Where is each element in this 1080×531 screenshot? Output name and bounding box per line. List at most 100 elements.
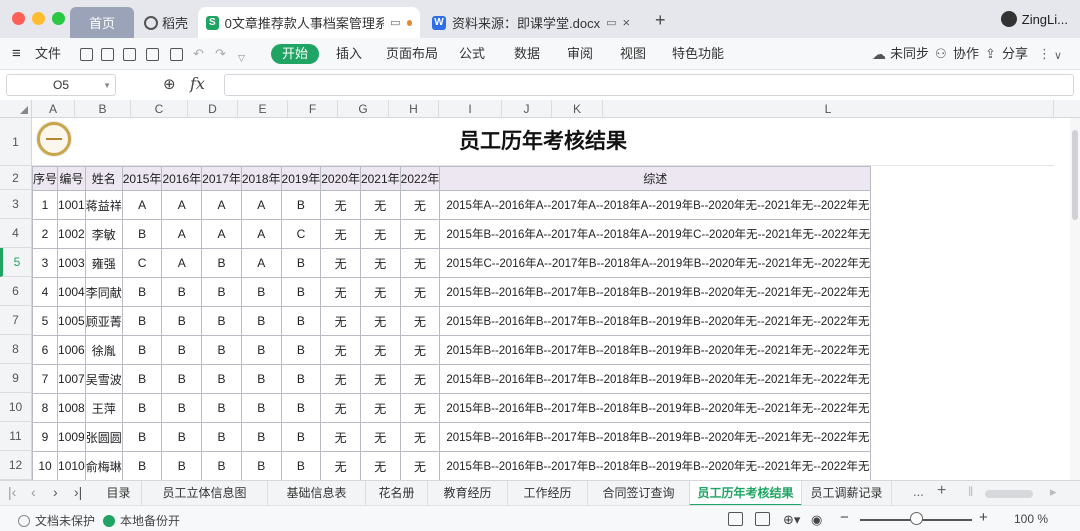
table-cell[interactable]: B bbox=[161, 422, 203, 452]
table-cell[interactable]: 无 bbox=[320, 393, 361, 423]
table-cell[interactable]: 无 bbox=[320, 451, 361, 480]
table-cell[interactable]: C bbox=[121, 248, 163, 278]
open-folder-icon[interactable] bbox=[80, 48, 93, 61]
cloud-sync-icon[interactable]: ☁ bbox=[872, 44, 886, 64]
table-cell[interactable]: A bbox=[201, 219, 242, 249]
table-cell[interactable]: B bbox=[121, 219, 163, 249]
close-tab-icon[interactable]: × bbox=[622, 15, 630, 30]
tab-home[interactable]: 首页 bbox=[70, 7, 134, 38]
menu-start[interactable]: 开始 bbox=[271, 44, 320, 64]
sync-status[interactable]: 未同步 bbox=[890, 44, 929, 64]
minimize-window-button[interactable] bbox=[32, 12, 45, 25]
document-protection[interactable]: 文档未保护 bbox=[18, 512, 95, 529]
redo-icon[interactable]: ↷ bbox=[215, 44, 226, 64]
table-cell[interactable]: B bbox=[121, 277, 163, 307]
column-header[interactable]: I bbox=[439, 100, 502, 118]
table-cell[interactable]: C bbox=[280, 219, 322, 249]
sheet-tab[interactable]: 基础信息表 bbox=[268, 481, 366, 506]
column-header[interactable]: J bbox=[502, 100, 552, 118]
zoom-level[interactable]: 100 % bbox=[1014, 512, 1048, 526]
table-header-cell[interactable]: 编号 bbox=[57, 166, 86, 191]
table-cell[interactable]: B bbox=[121, 393, 163, 423]
table-header-cell[interactable]: 2017年 bbox=[201, 166, 242, 191]
table-cell[interactable]: 无 bbox=[320, 306, 361, 336]
scroll-right-icon[interactable]: ▸ bbox=[1050, 484, 1057, 500]
table-header-cell[interactable]: 2016年 bbox=[161, 166, 203, 191]
table-cell[interactable]: B bbox=[201, 393, 242, 423]
table-cell[interactable]: 无 bbox=[320, 364, 361, 394]
page-layout-view-icon[interactable] bbox=[755, 512, 770, 526]
print-preview-icon[interactable] bbox=[170, 48, 183, 61]
name-box[interactable]: O5 ▼ bbox=[6, 74, 116, 96]
table-cell[interactable]: 无 bbox=[399, 335, 441, 365]
table-cell[interactable]: B bbox=[280, 422, 322, 452]
close-window-button[interactable] bbox=[12, 12, 25, 25]
table-cell[interactable]: 无 bbox=[399, 393, 441, 423]
table-header-cell[interactable]: 2022年 bbox=[399, 166, 441, 191]
table-cell[interactable]: 7 bbox=[31, 364, 59, 394]
table-cell[interactable]: 无 bbox=[359, 219, 401, 249]
export-icon[interactable] bbox=[123, 48, 136, 61]
formula-input[interactable] bbox=[224, 74, 1074, 96]
table-cell[interactable]: 无 bbox=[320, 422, 361, 452]
row-header[interactable]: 1 bbox=[0, 118, 31, 166]
table-cell[interactable]: B bbox=[240, 277, 282, 307]
summary-cell[interactable]: 2015年B--2016年B--2017年B--2018年B--2019年B--… bbox=[439, 306, 872, 336]
table-cell[interactable]: 张圆圆 bbox=[84, 422, 123, 452]
row-header[interactable]: 12 bbox=[0, 451, 31, 480]
undo-icon[interactable]: ↶ bbox=[193, 44, 204, 64]
summary-cell[interactable]: 2015年B--2016年B--2017年B--2018年B--2019年B--… bbox=[439, 277, 872, 307]
table-cell[interactable]: B bbox=[201, 306, 242, 336]
table-cell[interactable]: B bbox=[161, 335, 203, 365]
tab-document[interactable]: W 资料来源：即课学堂.docx ▭ × bbox=[424, 7, 642, 38]
summary-cell[interactable]: 2015年C--2016年A--2017年B--2018年A--2019年B--… bbox=[439, 248, 872, 278]
column-header[interactable]: H bbox=[389, 100, 439, 118]
table-cell[interactable]: 无 bbox=[320, 219, 361, 249]
summary-cell[interactable]: 2015年B--2016年B--2017年B--2018年B--2019年B--… bbox=[439, 422, 872, 452]
table-cell[interactable]: B bbox=[240, 393, 282, 423]
table-header-cell[interactable]: 2019年 bbox=[280, 166, 322, 191]
sheet-tab[interactable]: 员工调薪记录 bbox=[802, 481, 892, 506]
table-cell[interactable]: 5 bbox=[31, 306, 59, 336]
table-cell[interactable]: 无 bbox=[399, 248, 441, 278]
table-cell[interactable]: 无 bbox=[399, 451, 441, 480]
more-menu-icon[interactable]: ⋮ bbox=[1038, 44, 1051, 64]
next-sheet-icon[interactable]: › bbox=[53, 484, 58, 500]
row-header-selected[interactable]: 5 bbox=[0, 248, 31, 277]
prev-sheet-icon[interactable]: ‹ bbox=[31, 484, 36, 500]
table-cell[interactable]: 王萍 bbox=[84, 393, 123, 423]
table-cell[interactable]: B bbox=[201, 277, 242, 307]
table-cell[interactable]: 无 bbox=[399, 190, 441, 220]
function-icon[interactable]: fx bbox=[190, 74, 205, 93]
table-cell[interactable]: A bbox=[161, 248, 203, 278]
table-cell[interactable]: 1009 bbox=[57, 422, 86, 452]
reading-mode-icon[interactable]: ⊕▾ bbox=[783, 512, 800, 528]
table-cell[interactable]: 10 bbox=[31, 451, 59, 480]
table-header-cell[interactable]: 2020年 bbox=[320, 166, 361, 191]
table-cell[interactable]: 无 bbox=[359, 306, 401, 336]
normal-view-icon[interactable] bbox=[728, 512, 743, 526]
table-cell[interactable]: B bbox=[121, 364, 163, 394]
last-sheet-icon[interactable]: ›| bbox=[74, 484, 82, 500]
table-cell[interactable]: 3 bbox=[31, 248, 59, 278]
chevron-down-icon[interactable]: ▼ bbox=[103, 81, 111, 90]
table-cell[interactable]: B bbox=[201, 364, 242, 394]
table-cell[interactable]: B bbox=[240, 451, 282, 480]
table-cell[interactable]: 1005 bbox=[57, 306, 86, 336]
table-cell[interactable]: 无 bbox=[359, 364, 401, 394]
add-sheet-button[interactable]: + bbox=[937, 482, 946, 500]
tab-spreadsheet[interactable]: S 0文章推荐款人事档案管理系统 ▭ bbox=[198, 7, 420, 38]
collaborate-button[interactable]: 协作 bbox=[953, 44, 979, 64]
table-cell[interactable]: 无 bbox=[359, 335, 401, 365]
row-header[interactable]: 4 bbox=[0, 219, 31, 248]
collapse-ribbon-icon[interactable]: ∨ bbox=[1054, 46, 1062, 66]
table-cell[interactable]: B bbox=[201, 422, 242, 452]
sheet-tab[interactable]: 目录 bbox=[96, 481, 142, 506]
row-header[interactable]: 3 bbox=[0, 190, 31, 219]
title-row[interactable]: 员工历年考核结果 bbox=[32, 118, 1054, 166]
table-cell[interactable]: A bbox=[240, 219, 282, 249]
table-cell[interactable]: 无 bbox=[399, 306, 441, 336]
table-cell[interactable]: 2 bbox=[31, 219, 59, 249]
sheet-tab-active[interactable]: 员工历年考核结果 bbox=[690, 481, 802, 506]
sheet-tab[interactable]: 员工立体信息图 bbox=[142, 481, 268, 506]
